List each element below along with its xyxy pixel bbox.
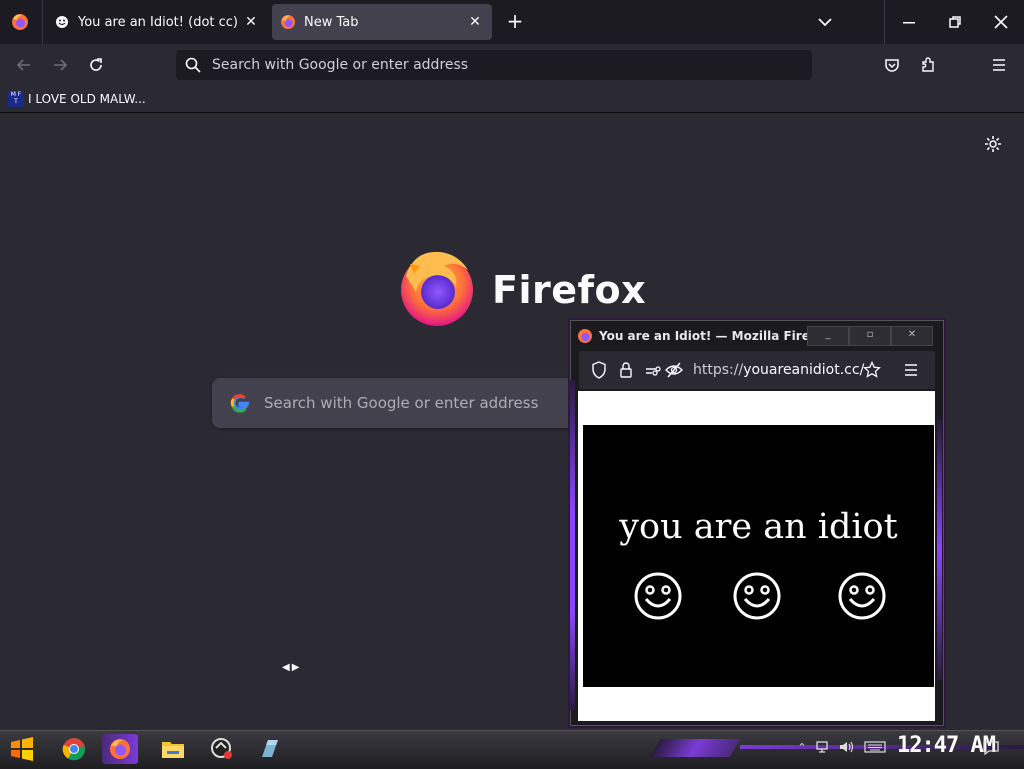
extensions-puzzle-icon[interactable]: [915, 52, 941, 78]
tab-you-are-an-idiot[interactable]: You are an Idiot! (dot cc) ✕: [46, 4, 268, 40]
firefox-view-icon[interactable]: [10, 12, 30, 32]
window-controls-divider: [884, 0, 885, 44]
popup-title: You are an Idiot! — Mozilla Fire...: [599, 329, 824, 343]
pocket-icon[interactable]: [879, 52, 905, 78]
shield-icon[interactable]: [591, 361, 607, 383]
popup-maximize-button[interactable]: ▫: [849, 326, 891, 346]
firefox-icon: [280, 14, 296, 30]
forward-arrow-icon[interactable]: [47, 52, 73, 78]
url-scheme: https://: [693, 362, 744, 378]
resize-cursor-icon: ◀▶: [282, 662, 302, 673]
tab-title: New Tab: [304, 14, 359, 30]
smiley-face-icon: [633, 571, 683, 621]
popup-close-button[interactable]: ✕: [891, 326, 933, 346]
popup-address-bar[interactable]: https://youareanidiot.cc/: [579, 351, 935, 389]
url-host: youareanidiot.cc/: [743, 362, 865, 378]
reload-icon[interactable]: [83, 52, 109, 78]
search-placeholder: Search with Google or enter address: [264, 394, 539, 412]
popup-page-content: you are an idiot: [578, 391, 935, 721]
list-all-tabs-chevron-icon[interactable]: [814, 12, 836, 32]
address-bar[interactable]: Search with Google or enter address: [176, 50, 812, 80]
firefox-icon: [577, 328, 593, 344]
gear-icon[interactable]: [983, 134, 1003, 154]
close-tab-icon[interactable]: ✕: [242, 13, 260, 31]
chrome-icon[interactable]: [58, 734, 90, 764]
restore-button[interactable]: [932, 0, 978, 44]
volume-icon[interactable]: [838, 740, 856, 756]
app-icon[interactable]: [206, 734, 238, 764]
smiley-face-icon: [732, 571, 782, 621]
tab-strip: You are an Idiot! (dot cc) ✕ New Tab ✕ +: [0, 0, 1024, 44]
keyboard-icon[interactable]: [864, 740, 886, 756]
tracking-blocked-eye-icon[interactable]: [665, 361, 683, 383]
popup-glow-left: [570, 380, 575, 710]
popup-url[interactable]: https://youareanidiot.cc/: [693, 362, 864, 378]
show-hidden-icons-chevron-icon[interactable]: ⌃: [793, 740, 811, 756]
smiley-face-icon: [54, 14, 70, 30]
taskbar-accent: [649, 739, 741, 757]
search-icon: [184, 56, 202, 74]
bookmark-star-icon[interactable]: [863, 360, 881, 383]
bookmark-label: I LOVE OLD MALW...: [28, 92, 146, 106]
minimize-button[interactable]: [886, 0, 932, 44]
close-window-button[interactable]: [978, 0, 1024, 44]
bookmark-item[interactable]: M FT I LOVE OLD MALW...: [8, 89, 146, 109]
close-tab-icon[interactable]: ✕: [466, 13, 484, 31]
firefox-wordmark: Firefox: [492, 268, 647, 312]
idiot-message: you are an idiot: [619, 507, 898, 547]
firefox-logo-icon: [396, 246, 478, 328]
popup-window[interactable]: You are an Idiot! — Mozilla Fire... _ ▫ …: [570, 320, 944, 726]
notifications-icon[interactable]: [982, 740, 1000, 756]
file-explorer-icon[interactable]: [157, 734, 189, 764]
firefox-icon[interactable]: [102, 734, 138, 764]
navigation-toolbar: Search with Google or enter address: [0, 44, 1024, 86]
new-tab-button[interactable]: +: [504, 10, 526, 34]
tab-divider: [42, 0, 43, 44]
smiley-face-icon: [837, 571, 887, 621]
address-placeholder: Search with Google or enter address: [212, 57, 469, 73]
network-icon[interactable]: [815, 740, 833, 756]
hamburger-menu-icon[interactable]: [903, 361, 919, 383]
taskbar-clock[interactable]: 12:47 AM: [897, 733, 996, 758]
permissions-icon[interactable]: [645, 363, 661, 382]
tab-title: You are an Idiot! (dot cc): [78, 14, 238, 30]
app-icon[interactable]: [254, 734, 286, 764]
bookmarks-toolbar: M FT I LOVE OLD MALW...: [0, 86, 1024, 113]
popup-glow-right: [937, 420, 942, 680]
back-arrow-icon[interactable]: [11, 52, 37, 78]
popup-minimize-button[interactable]: _: [807, 326, 849, 346]
hamburger-menu-icon[interactable]: [986, 52, 1012, 78]
bookmark-favicon-icon: M FT: [8, 91, 24, 107]
start-icon[interactable]: [6, 734, 38, 764]
lock-icon[interactable]: [619, 361, 633, 383]
idiot-banner: you are an idiot: [583, 425, 934, 687]
tab-new-tab[interactable]: New Tab ✕: [272, 4, 492, 40]
google-g-icon: [228, 391, 252, 415]
